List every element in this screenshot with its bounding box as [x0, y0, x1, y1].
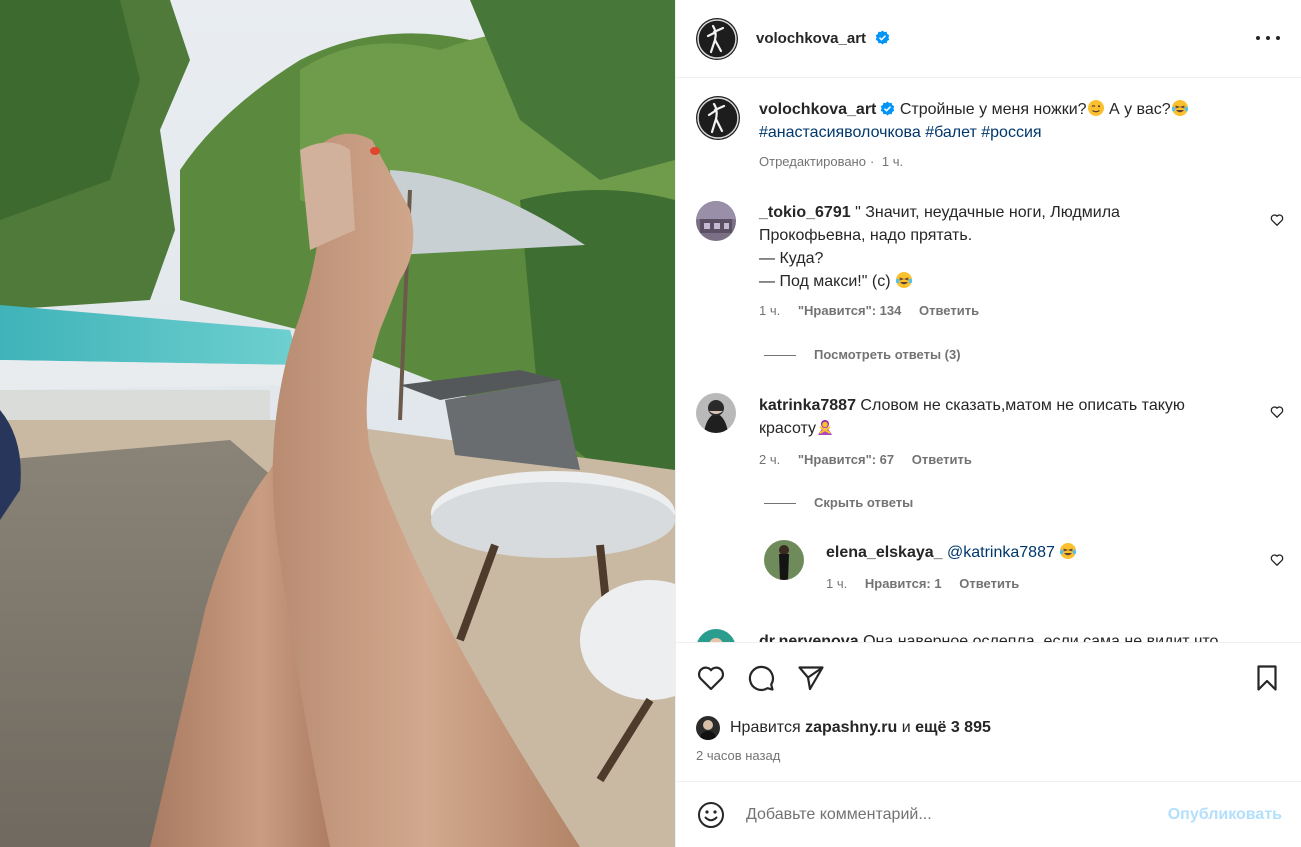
comments-list[interactable]: volochkova_art Стройные у меня ножки? А … [676, 79, 1301, 642]
author-username[interactable]: volochkova_art [756, 30, 866, 47]
caption-meta: Отредактировано · 1 ч. [759, 154, 904, 169]
heart-icon[interactable] [696, 663, 726, 693]
comment-text: katrinka7887 Словом не сказать,матом не … [759, 397, 1185, 437]
comment-username[interactable]: _tokio_6791 [759, 204, 851, 221]
reply-mention[interactable]: @katrinka7887 [947, 544, 1055, 561]
edited-label: Отредактировано [759, 154, 866, 169]
caption-username[interactable]: volochkova_art [759, 101, 876, 118]
comment-text: _tokio_6791 " Значит, неудачные ноги, Лю… [759, 204, 1120, 290]
commenter-avatar[interactable] [696, 201, 736, 241]
comment-likes[interactable]: "Нравится": 67 [798, 452, 894, 467]
reply-time[interactable]: 1 ч. [826, 576, 847, 591]
comment-input[interactable] [746, 800, 1146, 830]
comment-meta: 2 ч. "Нравится": 67 Ответить [759, 452, 972, 467]
author-line: volochkova_art [756, 30, 890, 48]
reply-button[interactable]: Ответить [919, 303, 979, 318]
post-panel: volochkova_art volochkova_art Стройные у… [675, 0, 1301, 847]
comment-icon[interactable] [746, 663, 776, 693]
caption-hashtags[interactable]: #анастасияволочкова #балет #россия [759, 124, 1042, 141]
post-image [0, 0, 675, 847]
likes-count-link[interactable]: ещё 3 895 [915, 719, 991, 736]
bookmark-icon[interactable] [1252, 663, 1282, 693]
comment-text: dr.nervenova Она наверное ослепла, если … [759, 630, 1279, 642]
comment-time[interactable]: 1 ч. [759, 303, 780, 318]
hide-replies-button[interactable]: Скрыть ответы [764, 495, 913, 510]
verified-badge-icon [881, 101, 895, 116]
comment-like-icon[interactable] [1270, 213, 1284, 227]
send-icon[interactable] [796, 663, 826, 693]
person-gesturing-no-emoji-icon [818, 420, 833, 435]
commenter-avatar[interactable] [696, 629, 736, 642]
avatar-icon [696, 716, 720, 740]
caption-body-2: А у вас? [1104, 101, 1171, 118]
comment-likes[interactable]: "Нравится": 134 [798, 303, 902, 318]
laughing-tears-emoji-icon [1171, 100, 1188, 116]
reply-like-icon[interactable] [1270, 553, 1284, 567]
reply-likes[interactable]: Нравится: 1 [865, 576, 942, 591]
winking-face-emoji-icon [1087, 100, 1104, 116]
reply-button[interactable]: Ответить [912, 452, 972, 467]
comment-meta: 1 ч. "Нравится": 134 Ответить [759, 303, 979, 318]
avatar-ballet-icon [696, 18, 738, 60]
avatar-icon [696, 393, 736, 433]
publish-button[interactable]: Опубликовать [1168, 806, 1282, 824]
commenter-avatar[interactable] [764, 540, 804, 580]
avatar-icon [696, 629, 736, 642]
author-avatar[interactable] [696, 18, 738, 60]
liker-username[interactable]: zapashny.ru [805, 719, 897, 736]
post-header: volochkova_art [676, 0, 1301, 78]
comment-like-icon[interactable] [1270, 405, 1284, 419]
liker-avatar[interactable] [696, 716, 720, 740]
caption-body: Стройные у меня ножки? [899, 101, 1087, 118]
verified-badge-icon [875, 30, 889, 45]
more-options-icon[interactable] [1256, 30, 1280, 46]
avatar-icon [764, 540, 804, 580]
avatar-icon [696, 201, 736, 241]
caption-time[interactable]: 1 ч. [882, 154, 903, 169]
comment-username[interactable]: katrinka7887 [759, 397, 856, 414]
laughing-tears-emoji-icon [1060, 543, 1077, 559]
post-photo[interactable] [0, 0, 675, 847]
comment-time[interactable]: 2 ч. [759, 452, 780, 467]
emoji-icon[interactable] [696, 800, 726, 830]
commenter-avatar[interactable] [696, 393, 736, 433]
post-time[interactable]: 2 часов назад [696, 748, 780, 763]
reply-text: elena_elskaya_ @katrinka7887 [826, 541, 1246, 564]
comment-username[interactable]: dr.nervenova [759, 633, 859, 642]
caption-avatar[interactable] [696, 96, 740, 140]
likes-summary: Нравится zapashny.ru и ещё 3 895 [730, 719, 991, 736]
view-replies-button[interactable]: Посмотреть ответы (3) [764, 347, 961, 362]
reply-button[interactable]: Ответить [959, 576, 1019, 591]
avatar-ballet-icon [696, 96, 740, 140]
caption-text: volochkova_art Стройные у меня ножки? А … [759, 98, 1279, 144]
reply-meta: 1 ч. Нравится: 1 Ответить [826, 576, 1019, 591]
reply-username[interactable]: elena_elskaya_ [826, 544, 943, 561]
laughing-tears-emoji-icon [895, 272, 913, 288]
add-comment-bar: Опубликовать [676, 781, 1301, 847]
